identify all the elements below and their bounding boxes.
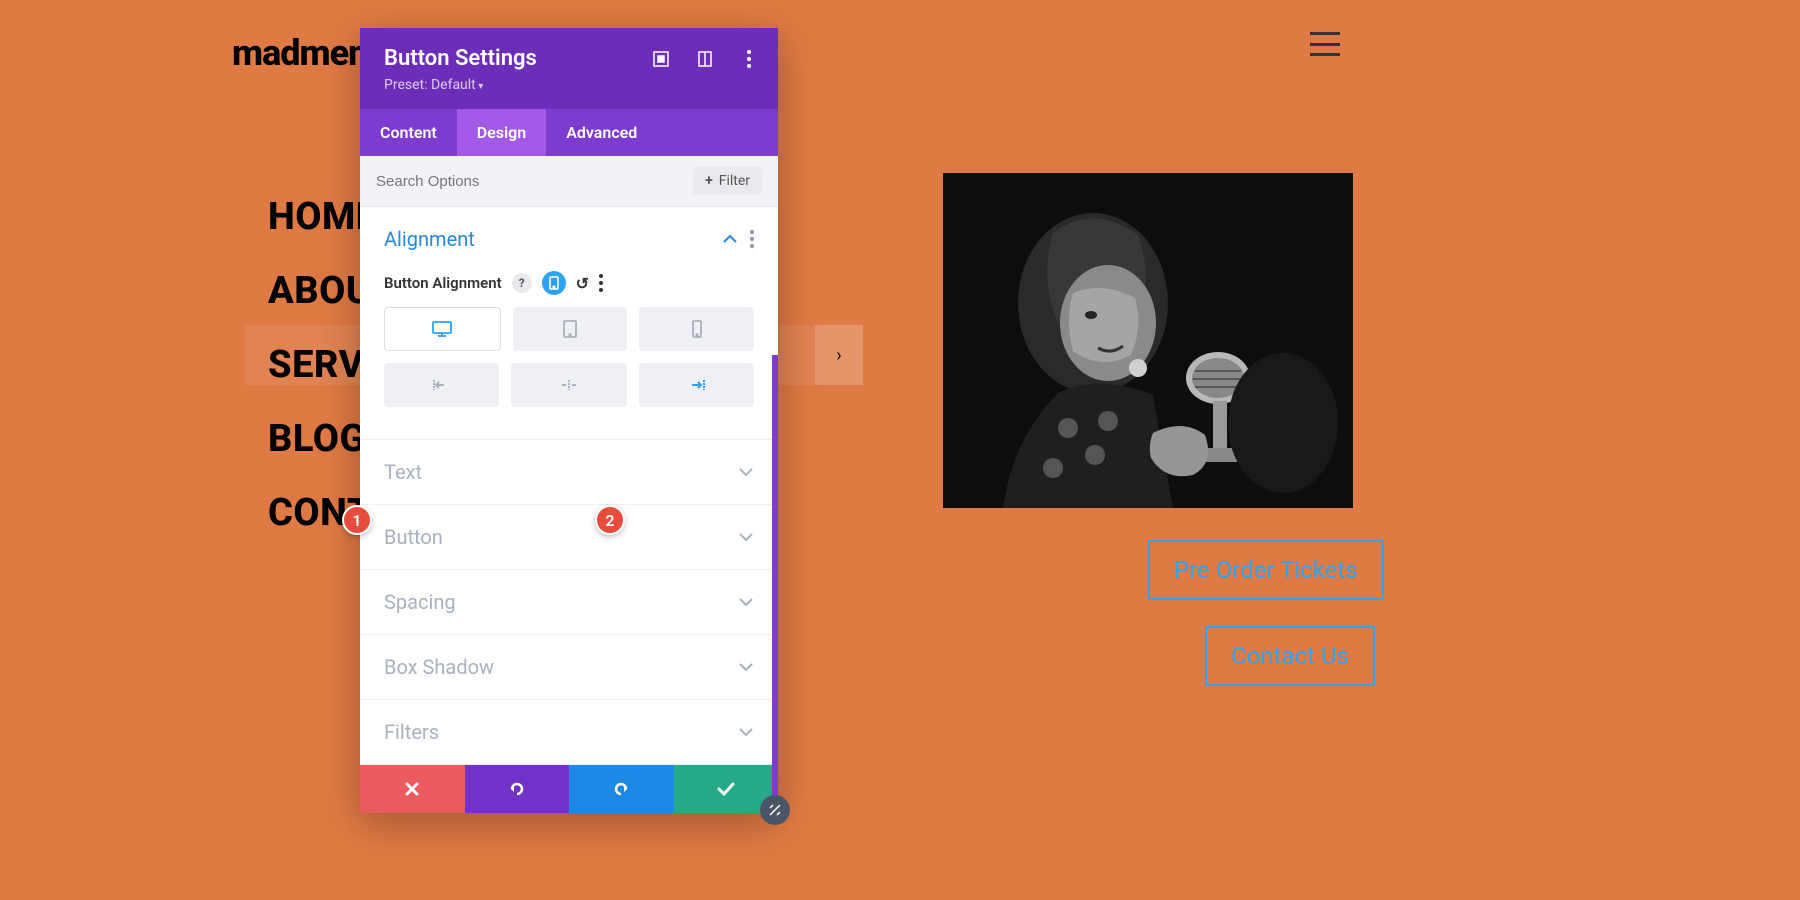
snap-icon[interactable] (696, 50, 714, 68)
field-button-alignment-label: Button Alignment (384, 274, 502, 292)
section-filters-title: Filters (384, 720, 439, 744)
device-desktop-button[interactable] (384, 307, 501, 351)
chevron-down-icon (738, 467, 754, 477)
section-alignment-title: Alignment (384, 227, 475, 251)
redo-button[interactable] (569, 765, 674, 813)
contact-us-button[interactable]: Contact Us (1205, 626, 1375, 686)
chevron-down-icon (738, 662, 754, 672)
device-phone-button[interactable] (639, 307, 754, 351)
undo-button[interactable] (465, 765, 570, 813)
preset-dropdown[interactable]: Preset: Default (384, 77, 754, 93)
redo-icon (612, 780, 630, 798)
align-center-button[interactable] (511, 363, 626, 407)
search-row: + Filter (360, 156, 778, 207)
annotation-2: 2 (595, 505, 625, 535)
filter-label: Filter (719, 173, 750, 189)
section-button-title: Button (384, 525, 443, 549)
chevron-down-icon (738, 597, 754, 607)
hamburger-menu-icon[interactable] (1310, 32, 1340, 56)
submenu-expand-icon[interactable]: › (815, 325, 863, 385)
close-icon (404, 781, 420, 797)
filter-button[interactable]: + Filter (693, 167, 762, 195)
align-right-button[interactable] (639, 363, 754, 407)
section-spacing-title: Spacing (384, 590, 456, 614)
align-left-button[interactable] (384, 363, 499, 407)
modal-header: Button Settings Preset: Default (360, 28, 778, 109)
section-text-header[interactable]: Text (360, 440, 778, 504)
section-button-header[interactable]: Button (360, 505, 778, 569)
section-spacing-header[interactable]: Spacing (360, 570, 778, 634)
modal-scrollbar[interactable] (772, 355, 778, 795)
check-icon (717, 782, 735, 796)
section-filters-header[interactable]: Filters (360, 700, 778, 764)
reset-icon[interactable]: ↺ (576, 274, 589, 293)
field-more-icon[interactable] (599, 274, 603, 292)
tab-design[interactable]: Design (457, 109, 546, 156)
section-boxshadow-title: Box Shadow (384, 655, 494, 679)
chevron-down-icon (738, 532, 754, 542)
modal-footer (360, 765, 778, 813)
chevron-up-icon (722, 234, 738, 244)
hero-image (943, 173, 1353, 508)
section-text-title: Text (384, 460, 422, 484)
responsive-mobile-icon[interactable] (542, 271, 566, 295)
tab-content[interactable]: Content (360, 109, 457, 156)
tab-advanced[interactable]: Advanced (546, 109, 657, 156)
preorder-tickets-button[interactable]: Pre Order Tickets (1148, 540, 1384, 600)
undo-icon (508, 780, 526, 798)
section-alignment-header[interactable]: Alignment (360, 207, 778, 271)
chevron-down-icon (738, 727, 754, 737)
expand-icon[interactable] (652, 50, 670, 68)
button-settings-modal: Button Settings Preset: Default Content … (360, 28, 778, 813)
annotation-1: 1 (342, 505, 372, 535)
section-more-icon[interactable] (750, 230, 754, 248)
help-icon[interactable]: ? (512, 273, 532, 293)
cancel-button[interactable] (360, 765, 465, 813)
search-input[interactable] (376, 173, 683, 190)
resize-handle-icon[interactable] (760, 795, 790, 825)
modal-tabs: Content Design Advanced (360, 109, 778, 156)
more-options-icon[interactable] (740, 50, 758, 68)
section-boxshadow-header[interactable]: Box Shadow (360, 635, 778, 699)
device-tablet-button[interactable] (513, 307, 628, 351)
